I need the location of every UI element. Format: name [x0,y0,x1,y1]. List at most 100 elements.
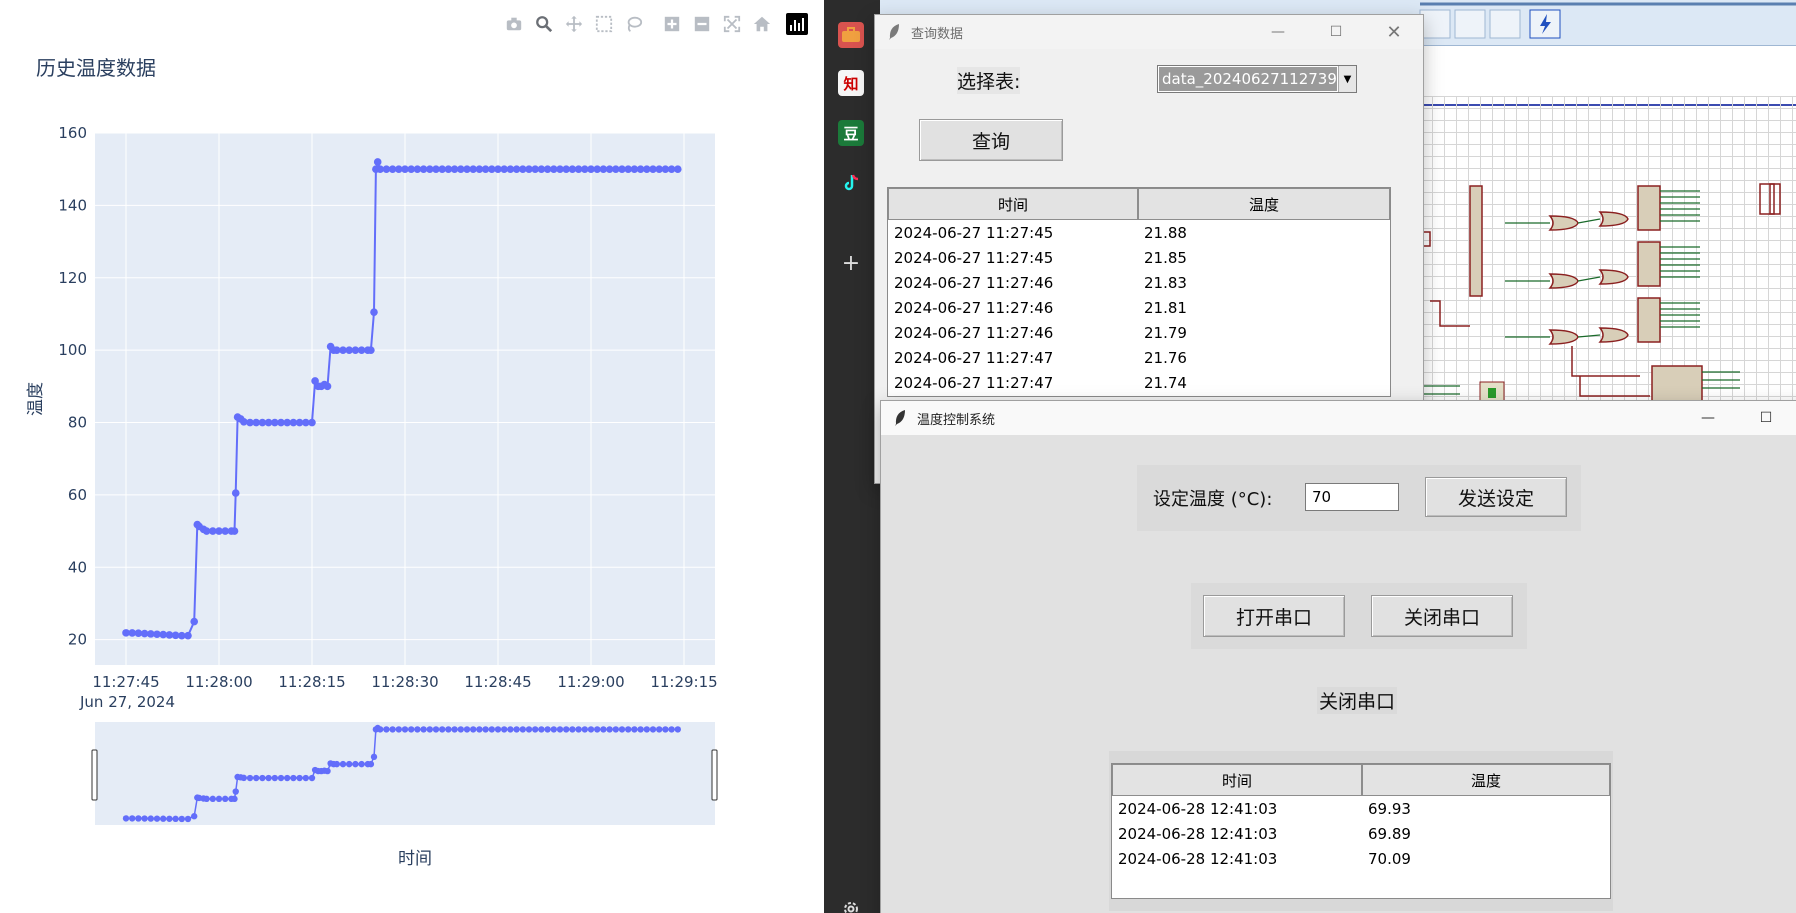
range-slider-point [389,726,396,733]
range-slider-point [476,726,483,733]
table-header: 时间 温度 [1112,764,1610,796]
zoom-in-icon[interactable] [660,12,684,36]
chart-svg[interactable]: 20 40 60 80 100 120 140 160 11:27:45 11:28:00 11:2… [0,0,824,913]
range-slider-point [141,815,148,822]
table-row[interactable]: 2024-06-27 11:27:45 21.88 [888,220,1390,245]
realtime-data-table[interactable]: 时间 温度 2024-06-28 12:41:03 69.93 2024-06-2… [1111,763,1611,899]
open-serial-port-button[interactable]: 打开串口 [1203,595,1345,637]
range-slider-point [457,726,464,733]
x-axis-label: 时间 [398,849,432,869]
range-slider-point [129,815,136,822]
cell-temperature: 21.74 [1144,373,1187,392]
zhihu-icon[interactable]: 知 [838,70,864,96]
minimize-icon[interactable]: — [1249,15,1307,49]
settings-icon[interactable] [838,896,864,913]
table-row[interactable]: 2024-06-28 12:41:03 69.93 [1112,796,1610,821]
maximize-icon[interactable]: ☐ [1737,401,1795,435]
column-header-time[interactable]: 时间 [888,188,1138,220]
data-point [370,308,378,316]
column-header-temperature[interactable]: 温度 [1362,764,1610,796]
camera-icon[interactable] [502,12,526,36]
range-slider-point [494,726,502,733]
cell-time: 2024-06-27 11:27:47 [894,348,1054,367]
douban-icon[interactable]: 豆 [838,120,864,146]
range-slider-point [231,795,238,803]
plotly-modebar [502,12,808,36]
set-temperature-label: 设定温度 (°C): [1153,489,1273,510]
range-slider-handle-right [711,749,718,801]
table-row[interactable]: 2024-06-28 12:41:03 69.89 [1112,821,1610,846]
column-header-temperature[interactable]: 温度 [1138,188,1390,220]
control-window-title: 温度控制系统 [917,412,996,428]
range-slider-point [525,726,533,733]
range-slider-point [432,726,440,733]
zoom-out-icon[interactable] [690,12,714,36]
box-select-icon[interactable] [592,12,616,36]
range-slider-point [581,726,588,733]
zoom-icon[interactable] [532,12,556,36]
range-slider-point [147,815,154,822]
range-slider-point [674,726,681,733]
data-point [230,527,239,535]
range-slider-point [643,726,650,733]
table-row[interactable]: 2024-06-27 11:27:46 21.81 [888,295,1390,320]
range-slider-point [612,726,619,733]
range-slider-point [153,815,161,822]
range-slider-point [290,774,297,782]
control-window-titlebar[interactable]: 温度控制系统 — ☐ [881,401,1796,435]
cell-time: 2024-06-27 11:27:46 [894,323,1054,342]
y-tick-label: 40 [68,558,87,576]
data-point [190,617,198,626]
y-tick-label: 80 [68,414,87,432]
y-tick-label: 120 [58,269,87,287]
table-select-value: data_20240627112739 [1159,67,1337,91]
set-temperature-input[interactable] [1305,483,1399,511]
table-row[interactable]: 2024-06-27 11:27:45 21.85 [888,245,1390,270]
send-setting-button[interactable]: 发送设定 [1425,477,1567,517]
x-tick-label: 11:29:15 [650,673,717,691]
table-row[interactable]: 2024-06-27 11:27:46 21.83 [888,270,1390,295]
minimize-icon[interactable]: — [1679,401,1737,435]
autoscale-icon[interactable] [720,12,744,36]
range-slider-point [184,815,192,823]
range-slider-point [649,726,657,733]
cell-time: 2024-06-28 12:41:03 [1118,824,1278,843]
serial-status-label: 关闭串口 [1317,687,1398,714]
tiktok-icon[interactable] [838,170,864,196]
x-tick-label: 11:28:30 [371,673,438,691]
chart-title: 历史温度数据 [36,56,156,80]
chevron-down-icon[interactable]: ▼ [1338,66,1356,92]
query-window-titlebar[interactable]: 查询数据 — ☐ ✕ [875,15,1423,49]
query-button[interactable]: 查询 [919,119,1063,161]
table-row[interactable]: 2024-06-27 11:27:46 21.79 [888,320,1390,345]
range-slider-point [532,726,539,733]
range-slider-point [631,726,638,733]
toolbox-icon[interactable] [838,22,864,48]
range-slider-point [656,726,663,733]
column-header-time[interactable]: 时间 [1112,764,1362,796]
data-point [184,631,192,640]
plotly-logo-icon[interactable] [786,13,808,35]
data-point [367,346,375,354]
cell-temperature: 69.93 [1368,799,1411,818]
lasso-icon[interactable] [622,12,646,36]
plus-icon[interactable]: + [838,250,864,276]
reset-axes-icon[interactable] [750,12,774,36]
table-row[interactable]: 2024-06-27 11:27:47 21.76 [888,345,1390,370]
range-slider-point [377,726,384,733]
range-slider-point [191,813,198,820]
cell-temperature: 21.88 [1144,223,1187,242]
close-icon[interactable]: ✕ [1365,15,1423,49]
pan-icon[interactable] [562,12,586,36]
range-slider-point [575,726,582,733]
cell-time: 2024-06-27 11:27:47 [894,373,1054,392]
table-row[interactable]: 2024-06-28 12:41:03 70.09 [1112,846,1610,871]
data-point [373,158,382,166]
close-serial-port-button[interactable]: 关闭串口 [1371,595,1513,637]
range-slider-point [426,726,433,733]
table-row[interactable]: 2024-06-27 11:27:47 21.74 [888,370,1390,395]
table-select-combobox[interactable]: data_20240627112739 ▼ [1157,65,1357,93]
maximize-icon[interactable]: ☐ [1307,15,1365,49]
range-slider-point [166,815,173,822]
query-results-table[interactable]: 时间 温度 2024-06-27 11:27:45 21.88 2024-06-2… [887,187,1391,397]
